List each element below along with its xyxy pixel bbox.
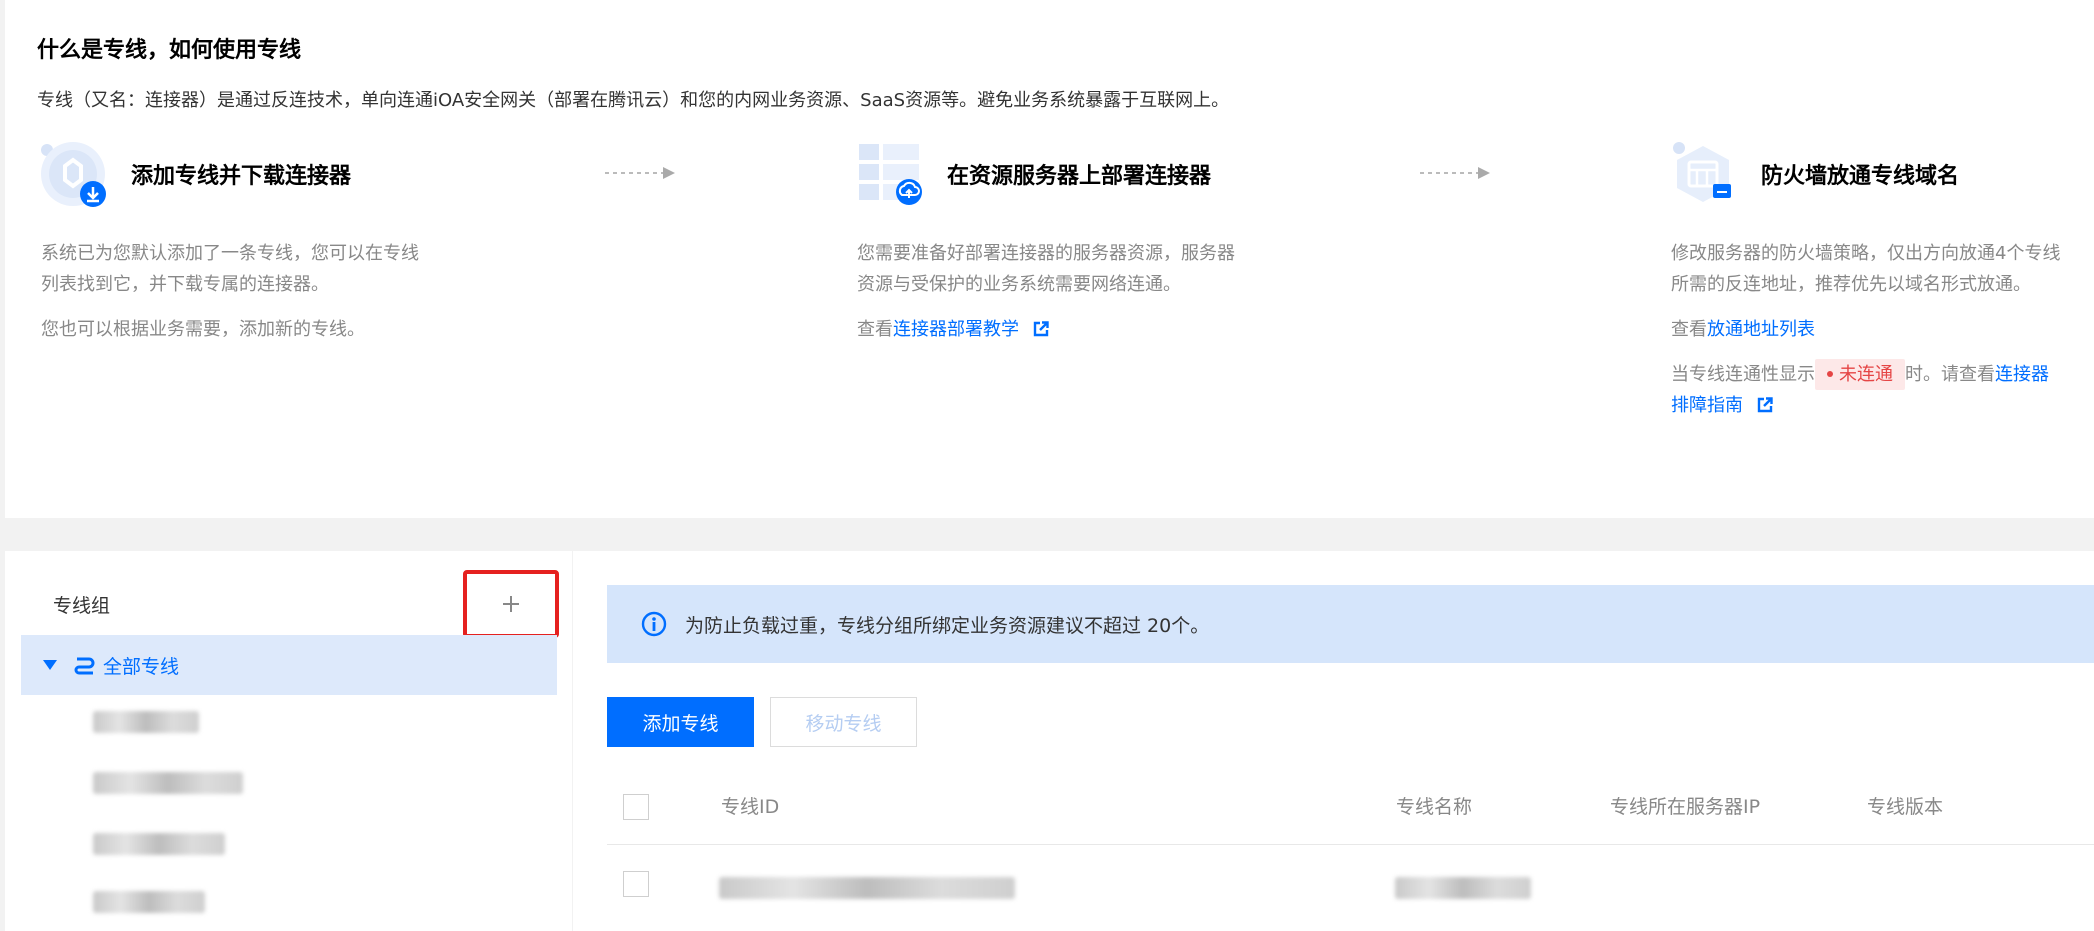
connector-group-sidebar: 专线组 全部专线 — [5, 551, 572, 931]
allowlist-address-link[interactable]: 放通地址列表 — [1707, 319, 1815, 340]
deploy-tutorial-link[interactable]: 连接器部署教学 — [893, 319, 1019, 340]
group-title: 专线组 — [53, 595, 111, 617]
table-header: 专线ID 专线名称 专线所在服务器IP 专线版本 — [607, 769, 2094, 845]
redacted-label — [93, 833, 225, 855]
status-badge-label: 未连通 — [1839, 364, 1893, 385]
external-link-icon[interactable] — [1033, 321, 1049, 337]
notice-banner: 为防止负载过重，专线分组所绑定业务资源建议不超过 20个。 — [607, 585, 2094, 663]
table-row[interactable] — [607, 845, 2094, 931]
intro-title: 什么是专线，如何使用专线 — [37, 38, 302, 63]
arrow-icon — [1420, 167, 1490, 179]
download-connector-icon — [41, 142, 106, 207]
plus-icon — [503, 596, 519, 612]
add-connector-button[interactable]: 添加专线 — [607, 697, 754, 747]
step-text: 修改服务器的防火墙策略，仅出方向放通4个专线所需的反连地址，推荐优先以域名形式放… — [1671, 243, 2061, 295]
status-dot — [1827, 371, 1833, 377]
column-header: 专线版本 — [1867, 796, 1944, 818]
connector-icon — [74, 657, 95, 675]
arrow-icon — [605, 167, 675, 179]
move-connector-button: 移动专线 — [770, 697, 917, 747]
step-text: 系统已为您默认添加了一条专线，您可以在专线列表找到它，并下载专属的连接器。 — [41, 243, 419, 295]
tree-item[interactable] — [93, 833, 225, 861]
column-header: 专线所在服务器IP — [1610, 796, 1761, 818]
redacted-connector-name — [1395, 877, 1531, 899]
add-group-button[interactable] — [463, 570, 559, 638]
select-all-checkbox[interactable] — [623, 794, 649, 820]
connector-list-panel: 为防止负载过重，专线分组所绑定业务资源建议不超过 20个。 添加专线 移动专线 … — [573, 551, 2094, 931]
server-deploy-icon — [859, 144, 922, 205]
tree-item[interactable] — [93, 772, 243, 800]
status-badge: 未连通 — [1815, 359, 1905, 390]
status-prefix: 当专线连通性显示 — [1671, 364, 1815, 385]
redacted-connector-id — [719, 877, 1015, 899]
tree-item[interactable] — [93, 711, 199, 739]
row-checkbox[interactable] — [623, 871, 649, 897]
info-icon — [641, 611, 667, 637]
caret-down-icon[interactable] — [43, 660, 57, 670]
firewall-domain-icon — [1673, 142, 1731, 202]
step-text: 您也可以根据业务需要，添加新的专线。 — [41, 319, 365, 340]
redacted-label — [93, 772, 243, 794]
tree-item[interactable] — [93, 891, 205, 919]
step-text: 您需要准备好部署连接器的服务器资源，服务器资源与受保护的业务系统需要网络连通。 — [857, 243, 1235, 295]
step-title: 防火墙放通专线域名 — [1761, 164, 1960, 189]
intro-description: 专线（又名：连接器）是通过反连技术，单向连通iOA安全网关（部署在腾讯云）和您的… — [37, 90, 1230, 111]
status-suffix: 时。请查看 — [1905, 364, 1995, 385]
link-prefix: 查看 — [1671, 319, 1707, 340]
step-title: 添加专线并下载连接器 — [131, 164, 352, 189]
step-title: 在资源服务器上部署连接器 — [947, 164, 1212, 189]
redacted-label — [93, 711, 199, 733]
column-header: 专线ID — [721, 796, 780, 818]
column-header: 专线名称 — [1396, 796, 1473, 818]
tree-item-label: 全部专线 — [103, 655, 180, 678]
tree-item-all-connectors[interactable]: 全部专线 — [21, 635, 557, 695]
link-prefix: 查看 — [857, 319, 893, 340]
redacted-label — [93, 891, 205, 913]
notice-text: 为防止负载过重，专线分组所绑定业务资源建议不超过 20个。 — [685, 614, 1210, 637]
intro-card: 什么是专线，如何使用专线 专线（又名：连接器）是通过反连技术，单向连通iOA安全… — [5, 0, 2094, 518]
external-link-icon[interactable] — [1757, 397, 1773, 413]
